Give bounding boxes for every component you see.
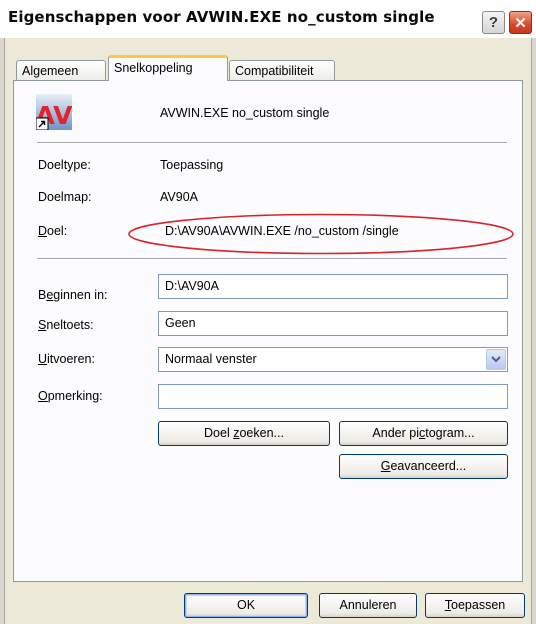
tab-shortcut[interactable]: Snelkoppeling <box>108 55 228 81</box>
close-button[interactable]: ✕ <box>509 11 532 34</box>
start-in-value: D:\AV90A <box>165 279 219 293</box>
start-in-label: Beginnen in: <box>38 288 108 302</box>
chevron-down-icon <box>491 356 501 363</box>
window-title: Eigenschappen voor AVWIN.EXE no_custom s… <box>8 8 435 26</box>
find-target-button[interactable]: Doel zoeken... <box>158 421 330 446</box>
ok-button-label: OK <box>236 598 256 612</box>
comment-input[interactable] <box>158 384 508 409</box>
run-select[interactable]: Normaal venster <box>158 347 508 372</box>
title-bar[interactable]: Eigenschappen voor AVWIN.EXE no_custom s… <box>0 0 536 38</box>
shortcut-name: AVWIN.EXE no_custom single <box>160 106 330 120</box>
tab-general[interactable]: Algemeen <box>16 60 106 82</box>
help-button[interactable]: ? <box>482 11 505 34</box>
app-shortcut-icon: AV <box>36 94 72 130</box>
advanced-button[interactable]: Geavanceerd... <box>339 454 508 479</box>
run-select-value: Normaal venster <box>165 352 257 366</box>
ok-button[interactable]: OK <box>184 593 308 618</box>
window-frame-right <box>531 38 536 624</box>
tab-compatibility[interactable]: Compatibiliteit <box>229 60 335 82</box>
cancel-button-label: Annuleren <box>339 598 397 612</box>
divider-2 <box>37 258 507 260</box>
run-label: Uitvoeren: <box>38 352 95 366</box>
target-input[interactable]: D:\AV90A\AVWIN.EXE /no_custom /single <box>158 219 508 244</box>
cancel-button[interactable]: Annuleren <box>319 593 417 618</box>
target-type-label: Doeltype: <box>38 158 91 172</box>
window-frame-left <box>0 38 5 624</box>
target-type-value: Toepassing <box>160 158 224 172</box>
target-folder-label: Doelmap: <box>38 190 92 204</box>
comment-label: Opmerking: <box>38 389 103 403</box>
start-in-input[interactable]: D:\AV90A <box>158 274 508 299</box>
target-label: Doel: <box>38 224 68 238</box>
tab-shortcut-label: Snelkoppeling <box>114 61 193 75</box>
close-icon: ✕ <box>514 14 527 32</box>
change-icon-button[interactable]: Ander pictogram... <box>339 421 508 446</box>
divider-1 <box>37 142 507 144</box>
run-select-dropdown-button[interactable] <box>486 349 506 370</box>
shortcut-key-value: Geen <box>165 316 196 330</box>
apply-button[interactable]: Toepassen <box>425 593 525 618</box>
shortcut-key-input[interactable]: Geen <box>158 311 508 336</box>
tab-general-label: Algemeen <box>22 64 79 78</box>
tab-compatibility-label: Compatibiliteit <box>235 64 314 78</box>
properties-dialog: Eigenschappen voor AVWIN.EXE no_custom s… <box>0 0 536 624</box>
help-icon: ? <box>488 14 499 31</box>
target-folder-value: AV90A <box>160 190 198 204</box>
shortcut-key-label: Sneltoets: <box>38 318 94 332</box>
target-input-value: D:\AV90A\AVWIN.EXE /no_custom /single <box>165 224 399 238</box>
